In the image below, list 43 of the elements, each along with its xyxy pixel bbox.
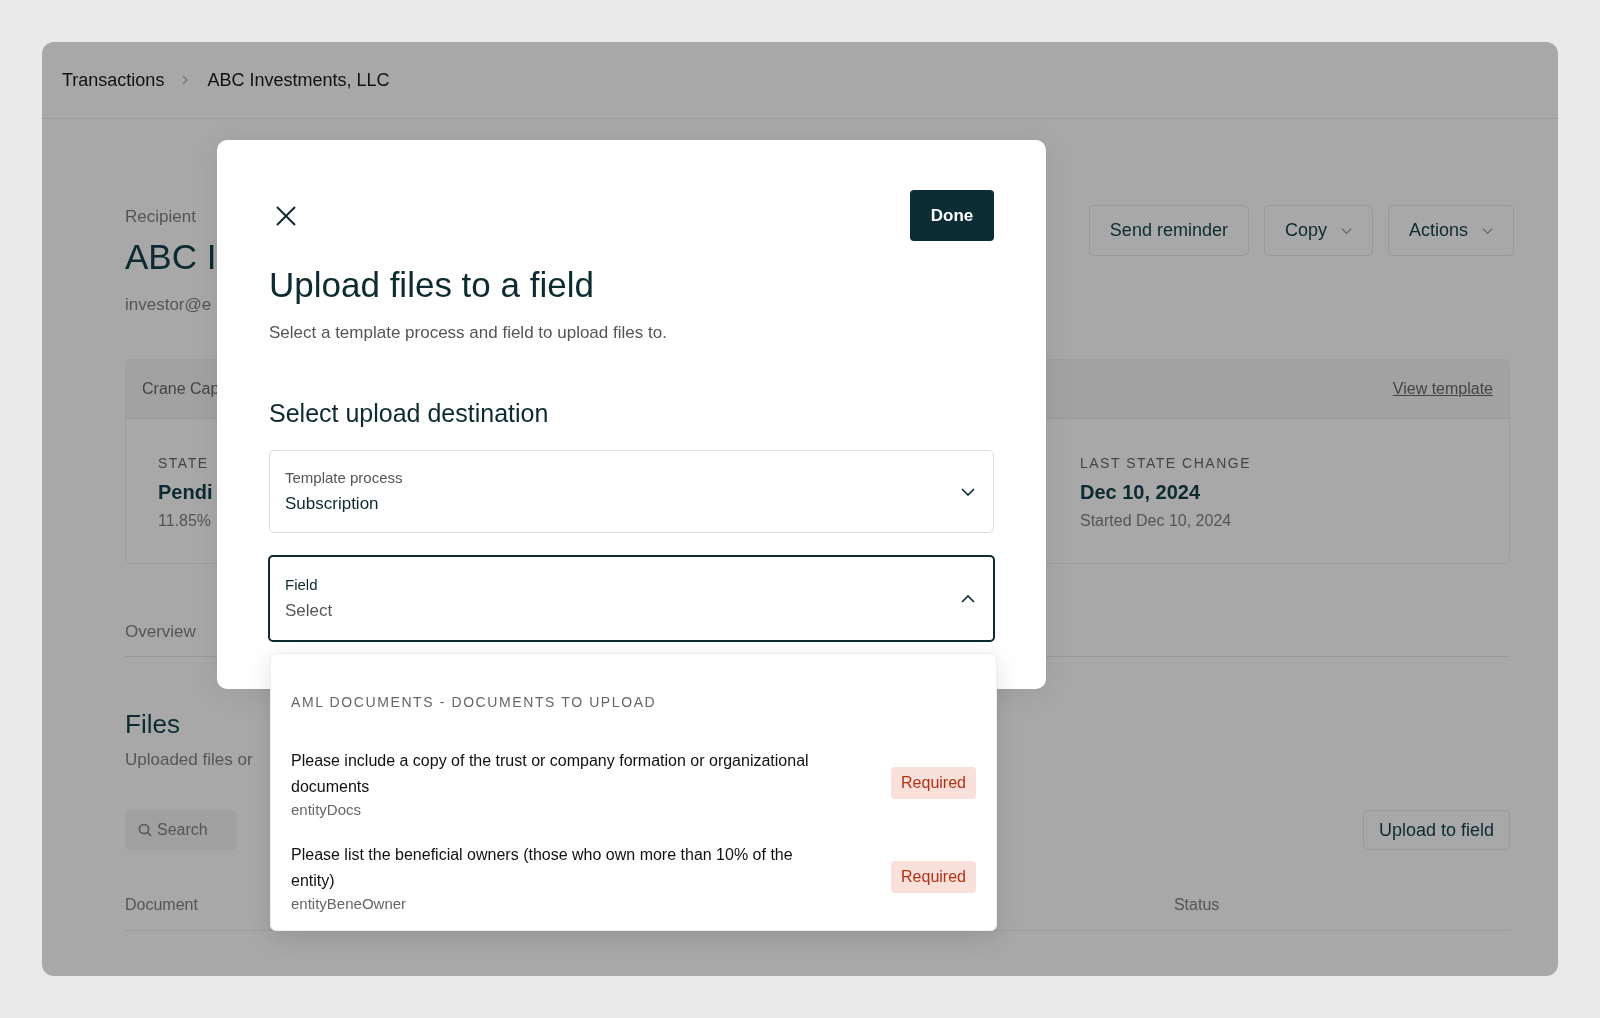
recipient-name: ABC I (125, 237, 217, 277)
stat-value: Dec 10, 2024 (1080, 481, 1201, 504)
section-heading: Select upload destination (269, 399, 549, 428)
breadcrumb-link[interactable]: ABC Investments, LLC (207, 69, 390, 91)
required-badge: Required (891, 861, 976, 893)
search-icon (138, 823, 152, 837)
section-title: Files (125, 709, 180, 740)
group-label: AML DOCUMENTS - DOCUMENTS TO UPLOAD (291, 694, 657, 710)
done-button[interactable]: Done (910, 190, 994, 241)
dropdown-option[interactable]: Please include a copy of the trust or company formation or organizational documents entityDocs Required (291, 748, 976, 818)
chevron-up-icon (961, 594, 975, 603)
dropdown-button[interactable]: Actions (1387, 205, 1514, 256)
stat-value: Pendi (158, 481, 213, 504)
option-key: entityDocs (291, 801, 836, 818)
dropdown-option[interactable]: Please list the beneficial owners (those who own more than 10% of the entity) entityBeneOwner Required (291, 842, 976, 912)
stat-label: STATE (158, 455, 209, 471)
stat-label: LAST STATE CHANGE (1080, 455, 1251, 471)
select-field[interactable]: Template process Subscription (269, 450, 994, 533)
column-header: Status (1173, 896, 1220, 914)
dropdown-button[interactable]: Copy (1263, 205, 1373, 256)
upload-to-field-button[interactable]: Upload to field (1362, 810, 1510, 850)
column-header: Document (125, 896, 198, 914)
stat-detail: 11.85% (158, 512, 212, 530)
recipient-label: Recipient (125, 207, 196, 227)
required-badge: Required (891, 767, 976, 799)
chevron-down-icon (1482, 226, 1493, 235)
dialog-title: Upload files to a field (269, 265, 594, 305)
stat-detail: Started Dec 10, 2024 (1080, 512, 1232, 530)
button[interactable]: Send reminder (1088, 205, 1249, 256)
option-title: Please list the beneficial owners (those who own more than 10% of the entity) (291, 845, 794, 891)
chevron-down-icon (1340, 226, 1352, 235)
view-template-link[interactable]: View template (1392, 380, 1493, 398)
option-key: entityBeneOwner (291, 895, 836, 912)
chevron-down-icon (961, 487, 975, 496)
select-field[interactable]: Field Select (268, 555, 995, 642)
search-field[interactable]: Search (125, 810, 237, 850)
chevron-right-icon (182, 75, 190, 85)
option-title: Please include a copy of the trust or company formation or organizational documents (291, 751, 810, 797)
section-subtitle: Uploaded files or (125, 750, 253, 770)
dialog-subtitle: Select a template process and field to upload files to. (269, 323, 667, 343)
close-icon (276, 205, 296, 226)
breadcrumb-link[interactable]: Transactions (62, 69, 165, 91)
recipient-email: investor@e (125, 295, 212, 315)
